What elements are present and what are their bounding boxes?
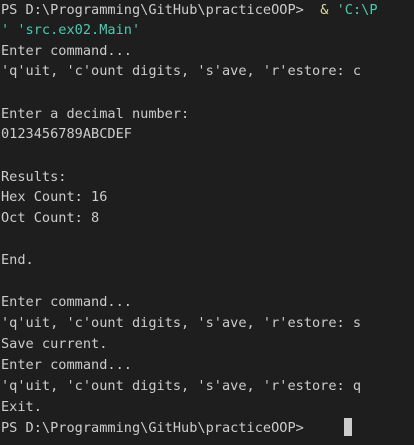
terminal-line: Enter command... xyxy=(1,294,132,310)
terminal-line: Oct Count: 8 xyxy=(1,210,100,226)
terminal-line: Save current. xyxy=(1,336,108,352)
main-class-arg: ' 'src.ex02.Main' xyxy=(1,22,141,38)
terminal-line: Enter command... xyxy=(1,43,132,59)
terminal-line-prompt: PS D:\Programming\GitHub\practiceOOP> xyxy=(1,420,312,436)
terminal-line: Enter command... xyxy=(1,357,132,373)
terminal-line: 'q'uit, 'c'ount digits, 's'ave, 'r'estor… xyxy=(1,378,362,394)
java-path-arg: 'C:\P xyxy=(336,2,378,18)
terminal-line: 0123456789ABCDEF xyxy=(1,126,132,142)
terminal-line: End. xyxy=(1,252,34,268)
terminal-line: 'q'uit, 'c'ount digits, 's'ave, 'r'estor… xyxy=(1,315,362,331)
terminal-line: Results: xyxy=(1,169,67,185)
terminal-line: Hex Count: 16 xyxy=(1,189,108,205)
prompt-text: PS D:\Programming\GitHub\practiceOOP> xyxy=(1,2,304,18)
terminal-line-command: PS D:\Programming\GitHub\practiceOOP> & … xyxy=(1,0,378,20)
terminal-line: Exit. xyxy=(1,399,42,415)
operator-token: & xyxy=(303,2,337,18)
terminal-output[interactable]: PS D:\Programming\GitHub\practiceOOP> & … xyxy=(0,0,414,445)
terminal-line: Enter a decimal number: xyxy=(1,106,190,122)
terminal-cursor xyxy=(344,418,352,436)
terminal-line: 'q'uit, 'c'ount digits, 's'ave, 'r'estor… xyxy=(1,63,362,79)
